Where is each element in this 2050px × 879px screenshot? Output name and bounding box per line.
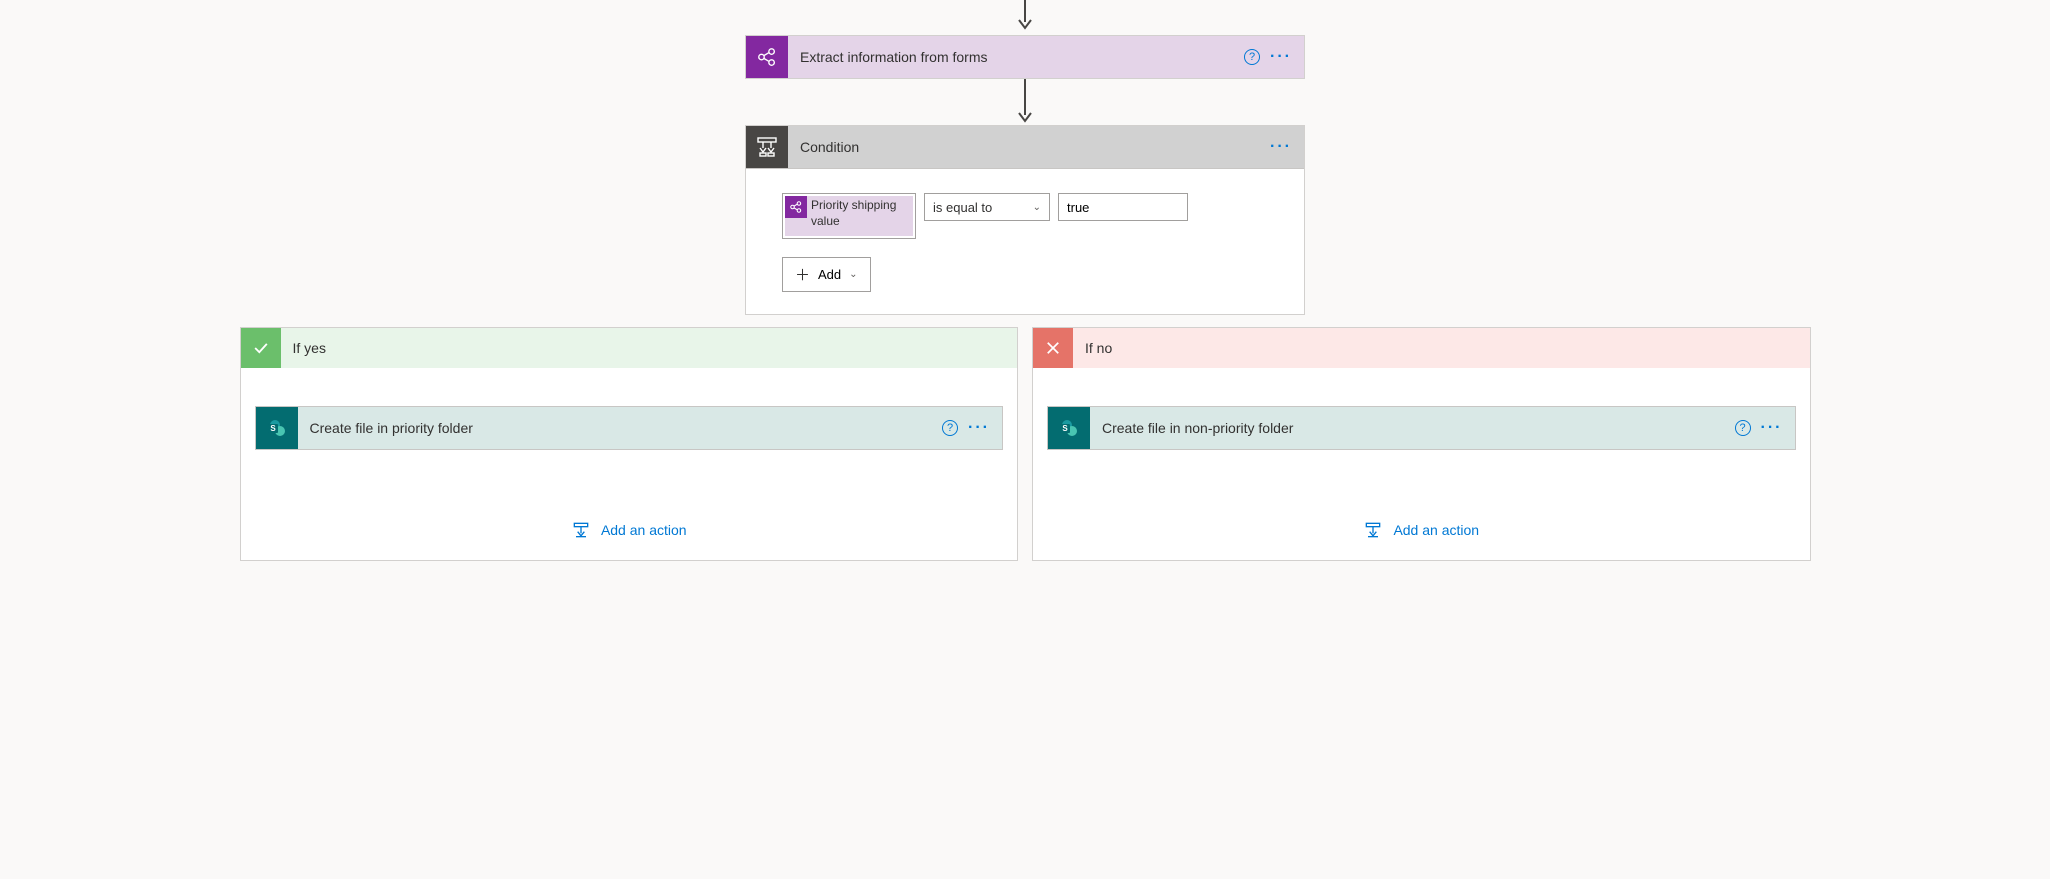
condition-icon <box>746 126 788 168</box>
svg-text:S: S <box>1062 424 1068 433</box>
create-file-nonpriority-card[interactable]: S Create file in non-priority folder ? ·… <box>1047 406 1796 450</box>
flow-arrow <box>240 0 1811 35</box>
extract-forms-title: Extract information from forms <box>788 49 1244 65</box>
ai-builder-icon <box>785 196 807 218</box>
add-action-icon <box>571 520 591 540</box>
add-label: Add <box>818 267 841 282</box>
token-label: Priority shipping value <box>807 196 913 231</box>
condition-title: Condition <box>788 139 1270 155</box>
action-title: Create file in non-priority folder <box>1090 420 1735 436</box>
condition-header[interactable]: Condition ··· <box>746 126 1304 169</box>
help-icon[interactable]: ? <box>1735 420 1751 436</box>
add-action-icon <box>1363 520 1383 540</box>
help-icon[interactable]: ? <box>942 420 958 436</box>
flow-arrow <box>240 79 1811 125</box>
if-no-branch: If no S Create file in non-priority fold… <box>1032 327 1811 561</box>
add-action-label: Add an action <box>601 522 687 538</box>
condition-left-operand[interactable]: Priority shipping value <box>782 193 916 239</box>
add-action-button[interactable]: Add an action <box>1033 520 1810 540</box>
action-title: Create file in priority folder <box>298 420 943 436</box>
branch-header-yes: If yes <box>241 328 1018 368</box>
help-icon[interactable]: ? <box>1244 49 1260 65</box>
dynamic-token[interactable]: Priority shipping value <box>785 196 913 236</box>
if-yes-branch: If yes S Create file in priority folder … <box>240 327 1019 561</box>
sharepoint-icon: S <box>1048 407 1090 449</box>
more-menu[interactable]: ··· <box>1761 420 1783 436</box>
sharepoint-icon: S <box>256 407 298 449</box>
more-menu[interactable]: ··· <box>1270 139 1292 155</box>
chevron-down-icon: ⌄ <box>849 269 857 280</box>
branch-header-no: If no <box>1033 328 1810 368</box>
add-condition-button[interactable]: ＋ Add ⌄ <box>782 257 871 292</box>
condition-operator-select[interactable]: is equal to ⌄ <box>924 193 1050 221</box>
check-icon <box>241 328 281 368</box>
svg-text:S: S <box>270 424 276 433</box>
extract-forms-card[interactable]: Extract information from forms ? ··· <box>745 35 1305 79</box>
more-menu[interactable]: ··· <box>968 420 990 436</box>
plus-icon: ＋ <box>795 264 810 285</box>
branch-no-label: If no <box>1073 340 1112 356</box>
condition-card[interactable]: Condition ··· <box>745 125 1305 315</box>
ai-builder-icon <box>746 36 788 78</box>
add-action-label: Add an action <box>1393 522 1479 538</box>
chevron-down-icon: ⌄ <box>1033 202 1041 213</box>
add-action-button[interactable]: Add an action <box>241 520 1018 540</box>
branch-yes-label: If yes <box>281 340 326 356</box>
create-file-priority-card[interactable]: S Create file in priority folder ? ··· <box>255 406 1004 450</box>
more-menu[interactable]: ··· <box>1270 49 1292 65</box>
condition-value-input[interactable] <box>1058 193 1188 221</box>
operator-value: is equal to <box>933 200 992 215</box>
close-icon <box>1033 328 1073 368</box>
